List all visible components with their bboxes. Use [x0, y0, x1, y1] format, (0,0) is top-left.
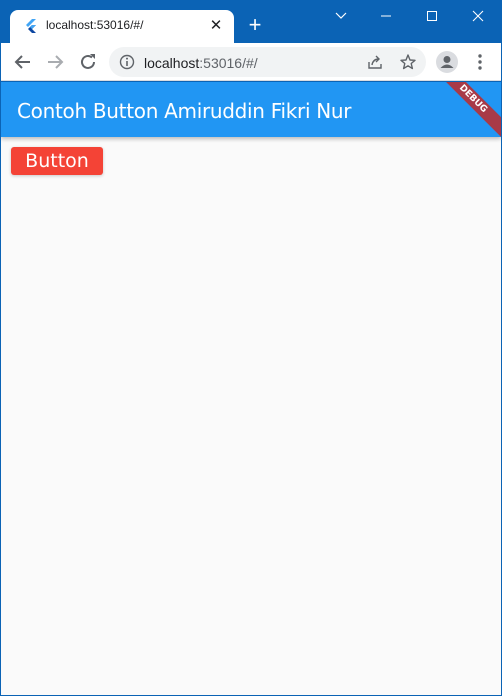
browser-window: localhost:53016/#/ ✕ + localhost:53016/#… [0, 0, 502, 696]
app-bar: Contoh Button Amiruddin Fikri Nur [1, 82, 501, 137]
maximize-button[interactable] [409, 1, 455, 31]
minimize-button[interactable] [363, 1, 409, 31]
info-icon[interactable] [119, 54, 135, 70]
tab-title: localhost:53016/#/ [46, 18, 144, 32]
chevron-down-icon [335, 12, 347, 19]
red-button[interactable]: Button [11, 147, 103, 175]
profile-button[interactable] [436, 51, 458, 73]
minimize-icon [381, 15, 391, 17]
browser-tab[interactable]: localhost:53016/#/ ✕ [10, 10, 234, 43]
tab-search-button[interactable] [318, 1, 364, 31]
new-tab-button[interactable]: + [244, 14, 266, 36]
page-title: Contoh Button Amiruddin Fikri Nur [17, 99, 352, 123]
page-content: Contoh Button Amiruddin Fikri Nur DEBUG … [1, 82, 501, 695]
url-host: localhost [144, 55, 200, 71]
star-icon[interactable] [399, 53, 417, 71]
close-window-icon [472, 10, 484, 22]
close-icon[interactable]: ✕ [206, 16, 226, 36]
reload-icon[interactable] [77, 51, 99, 73]
forward-arrow-icon[interactable] [44, 51, 66, 73]
share-icon[interactable] [367, 54, 383, 70]
title-bar: localhost:53016/#/ ✕ + [1, 1, 501, 43]
maximize-icon [427, 11, 437, 21]
flutter-favicon-icon [26, 19, 36, 33]
profile-icon [440, 56, 454, 68]
kebab-menu-icon[interactable] [471, 51, 489, 73]
close-window-button[interactable] [455, 1, 501, 31]
back-arrow-icon[interactable] [12, 51, 34, 73]
browser-toolbar: localhost:53016/#/ [1, 43, 501, 81]
address-bar[interactable]: localhost:53016/#/ [109, 47, 426, 77]
url-path: :53016/#/ [199, 55, 258, 71]
url-text: localhost:53016/#/ [144, 55, 258, 71]
